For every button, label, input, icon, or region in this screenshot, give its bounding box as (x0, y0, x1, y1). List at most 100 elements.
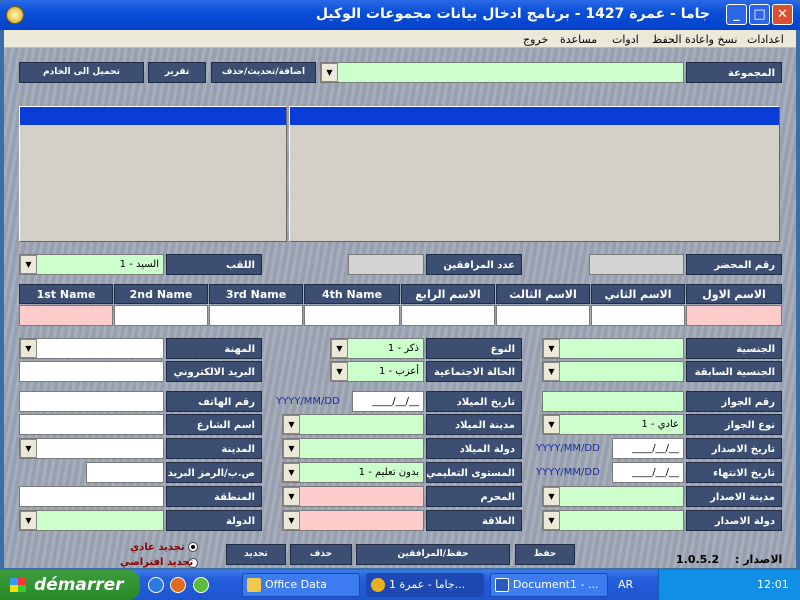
nationality-select[interactable] (542, 338, 684, 359)
birth-city-select[interactable] (282, 414, 424, 435)
gama-app-icon[interactable] (6, 6, 24, 24)
third-name-ar-input[interactable] (496, 305, 590, 326)
menu-item-tools[interactable]: ادوات (612, 33, 639, 46)
mahram-select[interactable] (282, 486, 424, 507)
email-label: البريد الالكتروني (166, 361, 262, 382)
chevron-down-icon[interactable]: ▼ (543, 415, 560, 434)
fourth-name-en-input[interactable] (304, 305, 400, 326)
group-select[interactable] (320, 62, 684, 83)
header-second-name-ar: الاسم الثاني (591, 284, 685, 304)
menu-item-backup[interactable]: نسخ واعادة الحفظ (652, 33, 737, 46)
passport-no-input[interactable] (542, 391, 684, 412)
city-select[interactable] (19, 438, 164, 459)
region-input[interactable] (19, 486, 164, 507)
issue-country-label: دولة الاصدار (686, 510, 782, 531)
menu-item-exit[interactable]: خروج (523, 33, 548, 46)
city-label: المدينة (166, 438, 262, 459)
media-icon[interactable] (170, 577, 186, 593)
education-select[interactable]: بدون تعليم - 1 (282, 462, 424, 483)
clock[interactable]: 12:01 (757, 578, 789, 591)
chevron-down-icon[interactable]: ▼ (331, 339, 348, 358)
upload-server-button[interactable]: تحميل الى الخادم (19, 62, 144, 83)
renew-normal-label[interactable]: تجديد عادي (130, 542, 185, 553)
birth-date-input[interactable]: __/__/____ (352, 391, 424, 412)
country-select[interactable] (19, 510, 164, 531)
language-indicator[interactable]: AR (618, 578, 633, 591)
relation-label: العلاقة (426, 510, 522, 531)
maximize-button[interactable]: □ (749, 4, 770, 25)
close-button[interactable]: ✕ (772, 4, 793, 25)
version-label: الاصدار : (735, 553, 783, 566)
country-label: الدولة (166, 510, 262, 531)
third-name-en-input[interactable] (209, 305, 303, 326)
phone-label: رقم الهاتف (166, 391, 262, 412)
profession-select[interactable] (19, 338, 164, 359)
chevron-down-icon[interactable]: ▼ (283, 439, 300, 458)
street-input[interactable] (19, 414, 164, 435)
fourth-name-ar-input[interactable] (401, 305, 495, 326)
birth-country-select[interactable] (282, 438, 424, 459)
chevron-down-icon[interactable]: ▼ (283, 463, 300, 482)
chevron-down-icon[interactable]: ▼ (20, 339, 37, 358)
companions-list[interactable] (19, 106, 287, 242)
first-name-en-input[interactable] (19, 305, 113, 326)
second-name-en-input[interactable] (114, 305, 208, 326)
group-label: المجموعة (686, 62, 782, 83)
expiry-date-input[interactable]: __/__/____ (612, 462, 684, 483)
title-select[interactable]: السيد - 1 (19, 254, 164, 275)
select-button[interactable]: تحديد (226, 544, 286, 565)
marital-status-label: الحالة الاجتماعية (426, 361, 522, 382)
header-3rd-name-en: 3rd Name (209, 284, 303, 304)
windows-logo-icon (10, 578, 26, 592)
passport-type-select[interactable]: عادي - 1 (542, 414, 684, 435)
issue-city-label: مدينة الاصدار (686, 486, 782, 507)
chevron-down-icon[interactable]: ▼ (321, 63, 338, 82)
second-name-ar-input[interactable] (591, 305, 685, 326)
relation-select[interactable] (282, 510, 424, 531)
issue-date-input[interactable]: __/__/____ (612, 438, 684, 459)
header-third-name-ar: الاسم الثالث (496, 284, 590, 304)
issue-date-format-hint: YYYY/MM/DD (536, 443, 600, 454)
chevron-down-icon[interactable]: ▼ (20, 255, 37, 274)
chevron-down-icon[interactable]: ▼ (543, 511, 560, 530)
chevron-down-icon[interactable]: ▼ (543, 362, 560, 381)
issue-city-select[interactable] (542, 486, 684, 507)
pobox-input[interactable] (86, 462, 164, 483)
chevron-down-icon[interactable]: ▼ (543, 487, 560, 506)
minimize-button[interactable]: _ (726, 4, 747, 25)
education-label: المستوى التعليمي (426, 462, 522, 483)
issue-country-select[interactable] (542, 510, 684, 531)
companions-count-field (348, 254, 424, 275)
renew-normal-radio[interactable] (188, 542, 198, 552)
chevron-down-icon[interactable]: ▼ (331, 362, 348, 381)
add-update-delete-button[interactable]: اضافة/تحديث/حذف (211, 62, 316, 83)
birth-country-label: دولة الميلاد (426, 438, 522, 459)
prev-nationality-select[interactable] (542, 361, 684, 382)
menu-item-help[interactable]: مساعدة (560, 33, 597, 46)
delete-button[interactable]: حذف (290, 544, 352, 565)
chevron-down-icon[interactable]: ▼ (283, 487, 300, 506)
quicklaunch-icon[interactable] (193, 577, 209, 593)
prev-nationality-label: الجنسية السابقة (686, 361, 782, 382)
renew-default-label[interactable]: تجديد افتراضي (120, 557, 193, 568)
email-input[interactable] (19, 361, 164, 382)
mahram-label: المحرم (426, 486, 522, 507)
nationality-label: الجنسية (686, 338, 782, 359)
menu-item-settings[interactable]: اعدادات (747, 33, 784, 46)
save-companions-button[interactable]: حفظ/المرافقين (356, 544, 510, 565)
birth-date-format-hint: YYYY/MM/DD (276, 396, 340, 407)
passport-type-label: نوع الجواز (686, 414, 782, 435)
chevron-down-icon[interactable]: ▼ (543, 339, 560, 358)
chevron-down-icon[interactable]: ▼ (20, 439, 37, 458)
report-button[interactable]: تقرير (148, 62, 206, 83)
first-name-ar-input[interactable] (686, 305, 782, 326)
chevron-down-icon[interactable]: ▼ (283, 415, 300, 434)
header-4th-name-en: 4th Name (304, 284, 400, 304)
birth-city-label: مدينة الميلاد (426, 414, 522, 435)
members-list[interactable] (289, 106, 780, 242)
chevron-down-icon[interactable]: ▼ (20, 511, 37, 530)
save-button[interactable]: حفظ (515, 544, 575, 565)
ie-icon[interactable] (148, 577, 164, 593)
phone-input[interactable] (19, 391, 164, 412)
chevron-down-icon[interactable]: ▼ (283, 511, 300, 530)
